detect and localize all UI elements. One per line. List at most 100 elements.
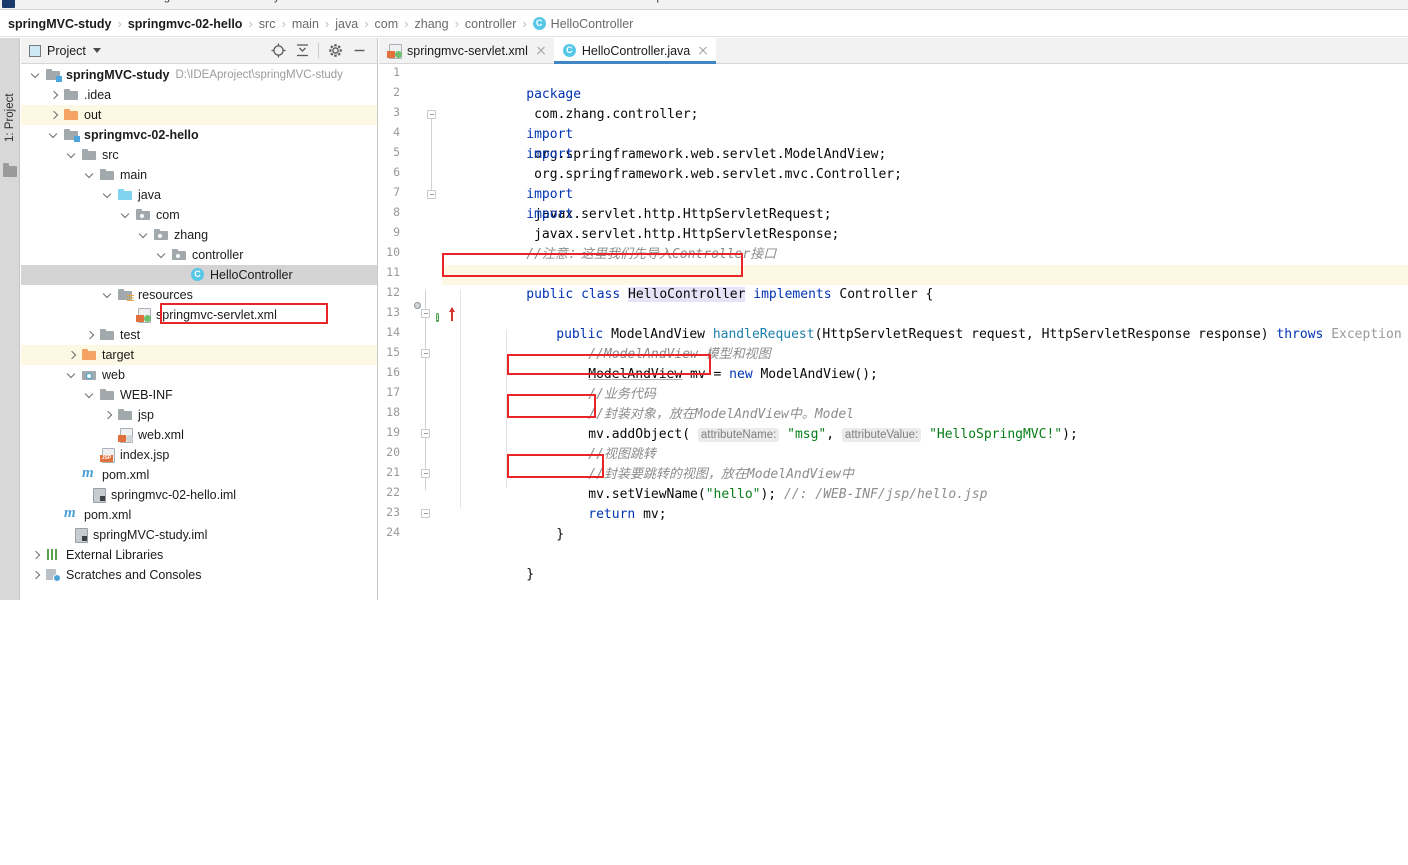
menu-item-view[interactable]: View bbox=[100, 0, 124, 3]
menu-item-tools[interactable]: Tools bbox=[482, 0, 508, 3]
tree-row-out[interactable]: out bbox=[21, 105, 377, 125]
code-content[interactable]: package com.zhang.controller; import org… bbox=[442, 65, 1408, 600]
code-editor[interactable]: 1 2 3 4 5 6 7 8 9 10 11 12 13 14 15 16 1… bbox=[379, 65, 1408, 600]
tree-row-com[interactable]: com bbox=[21, 205, 377, 225]
chevron-expanded-icon[interactable] bbox=[121, 210, 132, 221]
breadcrumb-item-controller[interactable]: controller bbox=[465, 17, 516, 31]
menu-item-refactor[interactable]: Refactor bbox=[316, 0, 358, 3]
editor-tab-hellocontroller-java[interactable]: HelloController.java bbox=[553, 38, 717, 64]
chevron-expanded-icon[interactable] bbox=[103, 290, 114, 301]
menu-item-help[interactable]: Help bbox=[640, 0, 663, 3]
tree-row-springmvc-02-hello-iml[interactable]: springmvc-02-hello.iml bbox=[21, 485, 377, 505]
fold-widget-imports-end[interactable] bbox=[427, 190, 436, 199]
tree-row-springmvc-02-hello[interactable]: springmvc-02-hello bbox=[21, 125, 377, 145]
collapse-all-icon[interactable] bbox=[290, 40, 314, 62]
chevron-expanded-icon[interactable] bbox=[103, 190, 114, 201]
tree-row-springmvc-study[interactable]: springMVC-study D:\IDEAproject\springMVC… bbox=[21, 65, 377, 85]
tree-row-web-inf[interactable]: WEB-INF bbox=[21, 385, 377, 405]
tree-row-index-jsp[interactable]: index.jsp bbox=[21, 445, 377, 465]
line-number: 13 bbox=[386, 305, 400, 319]
tree-row-external-libraries[interactable]: External Libraries bbox=[21, 545, 377, 565]
chevron-expanded-icon[interactable] bbox=[139, 230, 150, 241]
editor-tab-bar: springmvc-servlet.xml HelloController.ja… bbox=[379, 38, 1408, 64]
close-icon[interactable] bbox=[697, 45, 709, 57]
chevron-expanded-icon[interactable] bbox=[67, 370, 78, 381]
chevron-expanded-icon[interactable] bbox=[85, 390, 96, 401]
chevron-expanded-icon[interactable] bbox=[31, 70, 42, 81]
breadcrumb-item-springmvc-study[interactable]: springMVC-study bbox=[8, 17, 111, 31]
fold-widget-method-close[interactable] bbox=[421, 509, 430, 518]
chevron-expanded-icon[interactable] bbox=[85, 170, 96, 181]
menu-item-build[interactable]: Build bbox=[386, 0, 410, 3]
tree-item-label: Scratches and Consoles bbox=[66, 568, 202, 582]
fold-widget-class[interactable] bbox=[421, 349, 430, 358]
fold-widget-method[interactable] bbox=[421, 309, 430, 318]
settings-gear-icon[interactable] bbox=[323, 40, 347, 62]
chevron-collapsed-icon[interactable] bbox=[85, 330, 96, 341]
fold-widget-method-region[interactable] bbox=[421, 429, 430, 438]
menu-item-edit[interactable]: Edit bbox=[62, 0, 81, 3]
tree-row-springmvc-study-iml[interactable]: springMVC-study.iml bbox=[21, 525, 377, 545]
tree-row-web[interactable]: web bbox=[21, 365, 377, 385]
tree-row-java[interactable]: java bbox=[21, 185, 377, 205]
chevron-expanded-icon[interactable] bbox=[157, 250, 168, 261]
variable-name: mv bbox=[690, 367, 706, 382]
menu-item-navigate[interactable]: Navigate bbox=[142, 0, 185, 3]
tree-item-label: target bbox=[102, 348, 134, 362]
tree-row-zhang[interactable]: zhang bbox=[21, 225, 377, 245]
chevron-expanded-icon[interactable] bbox=[67, 150, 78, 161]
tree-row-pom-module[interactable]: pom.xml bbox=[21, 465, 377, 485]
tool-window-tab-project[interactable]: 1: Project bbox=[0, 80, 20, 156]
fold-widget-method-end[interactable] bbox=[421, 469, 430, 478]
excluded-folder-icon bbox=[82, 348, 97, 362]
tree-row-src[interactable]: src bbox=[21, 145, 377, 165]
tree-row-jsp[interactable]: jsp bbox=[21, 405, 377, 425]
spring-mapping-icon[interactable]: I bbox=[436, 309, 439, 324]
interface-name: Controller bbox=[839, 287, 918, 302]
fold-widget-imports[interactable] bbox=[427, 110, 436, 119]
menu-item-run[interactable]: Run bbox=[440, 0, 460, 3]
menu-item-file[interactable]: File bbox=[28, 0, 46, 3]
tree-row-target[interactable]: target bbox=[21, 345, 377, 365]
tree-row-web-xml[interactable]: web.xml bbox=[21, 425, 377, 445]
chevron-collapsed-icon[interactable] bbox=[49, 110, 60, 121]
breadcrumb-item-springmvc-02-hello[interactable]: springmvc-02-hello bbox=[128, 17, 243, 31]
tree-row-pom-root[interactable]: pom.xml bbox=[21, 505, 377, 525]
tree-row-resources[interactable]: resources bbox=[21, 285, 377, 305]
editor-tab-springmvc-servlet-xml[interactable]: springmvc-servlet.xml bbox=[379, 38, 554, 63]
tree-row-hellocontroller[interactable]: HelloController bbox=[21, 265, 377, 285]
hide-panel-icon[interactable] bbox=[347, 40, 371, 62]
tree-row-main[interactable]: main bbox=[21, 165, 377, 185]
tree-row-controller[interactable]: controller bbox=[21, 245, 377, 265]
comment-text: //: /WEB-INF/jsp/hello.jsp bbox=[783, 487, 988, 502]
breadcrumb-item-com[interactable]: com bbox=[375, 17, 399, 31]
menu-item-window[interactable]: Window bbox=[580, 0, 619, 3]
chevron-collapsed-icon[interactable] bbox=[67, 350, 78, 361]
tree-row-idea[interactable]: .idea bbox=[21, 85, 377, 105]
chevron-collapsed-icon[interactable] bbox=[103, 410, 114, 421]
project-tree[interactable]: springMVC-study D:\IDEAproject\springMVC… bbox=[21, 65, 377, 600]
breadcrumb-item-zhang[interactable]: zhang bbox=[415, 17, 449, 31]
editor-gutter[interactable]: 1 2 3 4 5 6 7 8 9 10 11 12 13 14 15 16 1… bbox=[379, 65, 455, 600]
breadcrumb-item-java[interactable]: java bbox=[335, 17, 358, 31]
tree-row-springmvc-servlet-xml[interactable]: springmvc-servlet.xml bbox=[21, 305, 377, 325]
menu-item-analyze[interactable]: Analyze bbox=[252, 0, 291, 3]
locate-icon[interactable] bbox=[266, 40, 290, 62]
chevron-collapsed-icon[interactable] bbox=[49, 90, 60, 101]
return-value: mv; bbox=[643, 507, 667, 522]
tree-row-scratches-and-consoles[interactable]: Scratches and Consoles bbox=[21, 565, 377, 585]
tree-item-label: HelloController bbox=[210, 268, 293, 282]
breadcrumb-item-hellocontroller[interactable]: C HelloController bbox=[532, 17, 633, 31]
chevron-expanded-icon[interactable] bbox=[49, 130, 60, 141]
breadcrumb-item-main[interactable]: main bbox=[292, 17, 319, 31]
code-line-6: import javax.servlet.http.HttpServletReq… bbox=[448, 165, 831, 222]
menu-item-vcs[interactable]: VCS bbox=[536, 0, 559, 3]
breadcrumb-item-src[interactable]: src bbox=[259, 17, 276, 31]
chevron-down-icon[interactable] bbox=[92, 48, 101, 53]
close-icon[interactable] bbox=[535, 45, 547, 57]
tree-row-test[interactable]: test bbox=[21, 325, 377, 345]
chevron-collapsed-icon[interactable] bbox=[31, 570, 42, 581]
menu-item-code[interactable]: Code bbox=[208, 0, 234, 3]
chevron-collapsed-icon[interactable] bbox=[31, 550, 42, 561]
structure-icon[interactable] bbox=[3, 163, 17, 177]
